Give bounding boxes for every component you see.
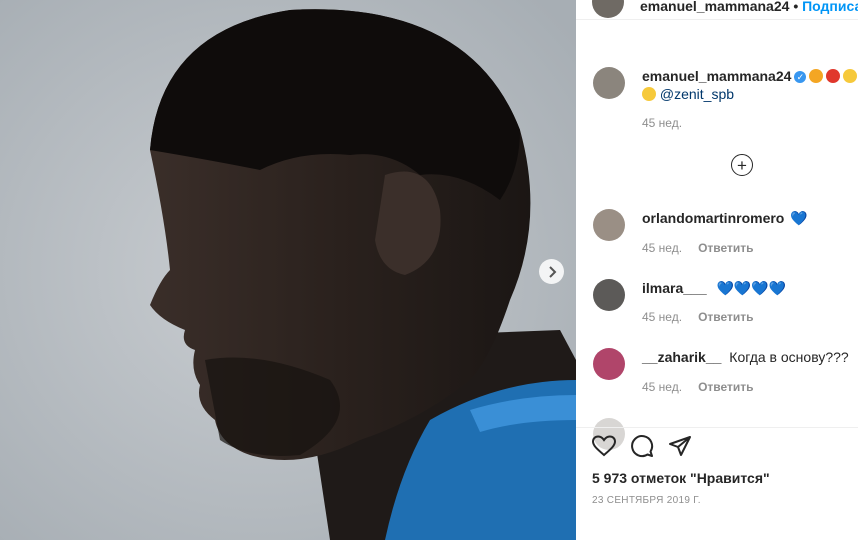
header-avatar[interactable]: [592, 0, 624, 18]
comment-meta: 45 нед. Ответить: [642, 380, 754, 394]
comment-text: Когда в основу???: [729, 349, 849, 365]
reply-button[interactable]: Ответить: [698, 310, 753, 324]
heart-outline-icon[interactable]: [592, 434, 616, 458]
reply-button[interactable]: Ответить: [698, 241, 753, 255]
caption-avatar[interactable]: [593, 67, 625, 99]
chevron-right-icon: [548, 265, 556, 278]
load-more-comments-button[interactable]: +: [731, 154, 753, 176]
caption-time: 45 нед.: [642, 116, 683, 130]
comment-meta: 45 нед. Ответить: [642, 241, 754, 255]
comment-bubble-icon[interactable]: [630, 434, 654, 458]
comment-username[interactable]: ilmara___: [642, 280, 707, 296]
comment-username[interactable]: __zaharik__: [642, 349, 721, 365]
header-dot: •: [793, 0, 799, 14]
post-date: 23 СЕНТЯБРЯ 2019 Г.: [592, 495, 701, 506]
comment-time: 45 нед.: [642, 380, 683, 394]
comment-text-row: ilmara___ 💙💙💙💙: [642, 280, 786, 297]
post-photo: [0, 0, 576, 540]
actions-divider: [576, 427, 858, 428]
header-username[interactable]: emanuel_mammana24: [640, 0, 789, 14]
comment-text-row: __zaharik__ Когда в основу???: [642, 349, 849, 365]
comment-avatar[interactable]: [593, 209, 625, 241]
grin-emoji-icon: [843, 69, 858, 83]
comment-time: 45 нед.: [642, 241, 683, 255]
comment-text-row: orlandomartinromero 💙: [642, 210, 808, 227]
caption-mention-link[interactable]: @zenit_spb: [660, 86, 734, 102]
header-username-row: emanuel_mammana24 • Подписаться: [640, 0, 858, 14]
comment-username[interactable]: orlandomartinromero: [642, 210, 784, 226]
caption-username-row: emanuel_mammana24 ✓: [642, 68, 858, 84]
lion-emoji-icon: [809, 69, 824, 83]
comment-meta: 45 нед. Ответить: [642, 310, 754, 324]
plus-circle-icon: +: [737, 155, 747, 175]
comment-avatar[interactable]: [593, 279, 625, 311]
verified-badge-icon: ✓: [794, 71, 807, 83]
reply-button[interactable]: Ответить: [698, 380, 753, 394]
next-photo-button[interactable]: [539, 259, 564, 284]
laughing-emoji-icon: [642, 87, 656, 101]
comment-text: 💙💙💙💙: [716, 280, 787, 296]
follow-button[interactable]: Подписаться: [802, 0, 858, 14]
comment-time: 45 нед.: [642, 310, 683, 324]
angry-emoji-icon: [826, 69, 841, 83]
comment-avatar[interactable]: [593, 348, 625, 380]
post-actions: [592, 434, 692, 458]
caption-line-2: @zenit_spb: [642, 86, 734, 102]
header-divider: [576, 19, 858, 20]
athlete-profile-photo: [0, 0, 576, 540]
comment-text: 💙: [790, 210, 808, 226]
paper-plane-icon[interactable]: [668, 434, 692, 458]
likes-count[interactable]: 5 973 отметок "Нравится": [592, 470, 770, 486]
caption-username[interactable]: emanuel_mammana24: [642, 68, 791, 84]
